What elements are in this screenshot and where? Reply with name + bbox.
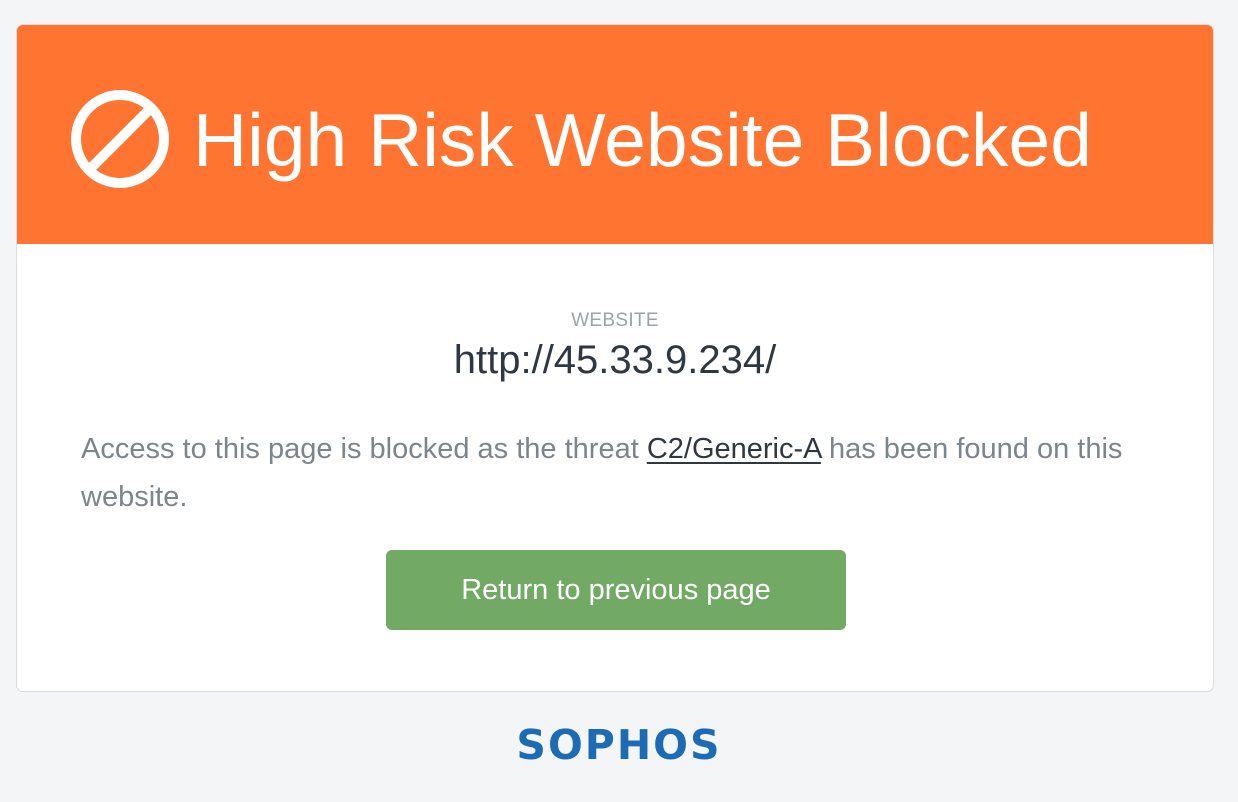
website-url: http://45.33.9.234/ [453,338,777,382]
page-title: High Risk Website Blocked [193,98,1092,182]
alert-banner: High Risk Website Blocked [17,25,1213,244]
blocked-circle-icon [71,90,169,188]
threat-link[interactable]: C2/Generic-A [647,433,821,465]
block-message: Access to this page is blocked as the th… [81,425,1161,521]
alert-card: High Risk Website Blocked WEBSITE http:/… [16,24,1214,692]
sophos-logo: SOPHOS [516,721,722,769]
block-page: High Risk Website Blocked WEBSITE http:/… [0,0,1238,802]
return-button[interactable]: Return to previous page [386,550,846,630]
message-prefix: Access to this page is blocked as the th… [81,433,647,465]
website-label: WEBSITE [571,310,659,331]
